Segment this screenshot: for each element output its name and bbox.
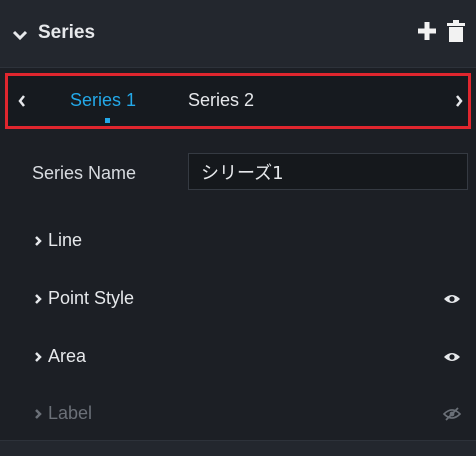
section-title: Series bbox=[38, 22, 96, 43]
tab-series-1[interactable]: Series 1 bbox=[70, 90, 136, 111]
eye-icon[interactable] bbox=[443, 350, 461, 368]
series-name-input[interactable] bbox=[188, 153, 468, 190]
chevron-down-icon[interactable] bbox=[12, 28, 28, 46]
section-area[interactable]: Area bbox=[0, 337, 476, 377]
tabs-prev-icon[interactable] bbox=[18, 94, 26, 113]
section-label: Line bbox=[48, 230, 83, 250]
next-section-header bbox=[0, 440, 476, 456]
series-panel: Series Series 1 Series 2 Series Name Lin… bbox=[0, 0, 476, 456]
series-tabs: Series 1 Series 2 bbox=[5, 73, 471, 129]
section-label: Area bbox=[48, 346, 87, 366]
chevron-right-icon bbox=[34, 407, 42, 425]
section-label: Point Style bbox=[48, 288, 135, 308]
section-label-settings[interactable]: Label bbox=[0, 394, 476, 434]
series-name-label: Series Name bbox=[32, 163, 137, 183]
eye-off-icon[interactable] bbox=[442, 407, 462, 426]
eye-icon[interactable] bbox=[443, 292, 461, 310]
active-tab-indicator bbox=[105, 118, 110, 123]
section-point-style[interactable]: Point Style bbox=[0, 279, 476, 319]
delete-series-icon[interactable] bbox=[447, 20, 465, 47]
tab-series-2[interactable]: Series 2 bbox=[188, 90, 254, 111]
tabs-next-icon[interactable] bbox=[455, 94, 463, 113]
series-section-header[interactable]: Series bbox=[0, 0, 476, 68]
section-label: Label bbox=[48, 403, 93, 423]
add-series-icon[interactable] bbox=[417, 21, 437, 46]
chevron-right-icon bbox=[34, 234, 42, 252]
chevron-right-icon bbox=[34, 350, 42, 368]
chevron-right-icon bbox=[34, 292, 42, 310]
section-line[interactable]: Line bbox=[0, 221, 476, 261]
